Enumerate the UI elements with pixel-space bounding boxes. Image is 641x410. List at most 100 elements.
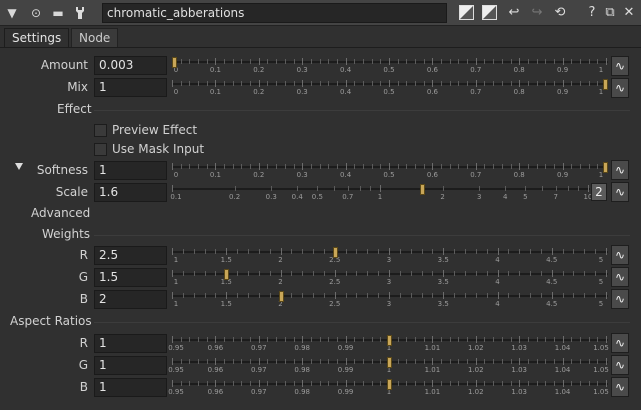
slider-tick-label: 1.03	[511, 344, 527, 352]
slider-tick	[458, 164, 460, 169]
slider-tick	[336, 337, 338, 342]
slider-handle[interactable]	[172, 57, 177, 68]
slider-tick	[454, 293, 456, 298]
slider-handle[interactable]	[387, 379, 392, 390]
slider-tick	[562, 58, 564, 65]
mix-label: Mix	[67, 80, 88, 94]
preview-effect-checkbox[interactable]	[94, 124, 107, 137]
slider-tick	[573, 293, 575, 298]
slider-handle[interactable]	[387, 335, 392, 346]
softness-field[interactable]: 1	[94, 161, 167, 180]
aspect-r-slider[interactable]: 0.95 0.96 0.97 0.98 0.99 1 1.01 1.02 1.03 1.04 1.0…	[168, 335, 609, 355]
scale-field[interactable]: 1.6	[94, 183, 167, 202]
scale-curve-icon[interactable]: ∿	[611, 182, 629, 202]
slider-tick	[571, 59, 573, 64]
node-tools-icon[interactable]: ▬	[48, 3, 68, 23]
weight-r-field[interactable]: 2.5	[94, 246, 167, 265]
revert-icon[interactable]: ⟲	[550, 3, 570, 23]
mix-field[interactable]: 1	[94, 78, 167, 97]
view-node-icon[interactable]: ⊙	[26, 3, 46, 23]
slider-handle[interactable]	[420, 184, 426, 195]
slider-handle[interactable]	[603, 79, 608, 90]
amount-curve-icon[interactable]: ∿	[611, 56, 629, 76]
slider-tick	[519, 163, 521, 170]
collapse-icon[interactable]: ▼	[2, 3, 22, 23]
mix-slider[interactable]: 0 0.1 0.2 0.3 0.4 0.5 0.6 0.7 0.8 0.9 1	[172, 79, 608, 99]
advanced-label[interactable]: Advanced	[31, 206, 90, 220]
slider-tick	[464, 249, 466, 254]
redo-icon[interactable]: ↪	[527, 3, 547, 23]
softness-slider[interactable]: 0 0.1 0.2 0.3 0.4 0.5 0.6 0.7 0.8 0.9 1	[172, 162, 608, 182]
slider-tick-label: 0.7	[470, 66, 482, 74]
slider-tick	[258, 380, 260, 387]
aspect-b-field[interactable]: 1	[94, 378, 167, 397]
mix-curve-icon[interactable]: ∿	[611, 78, 629, 98]
slider-tick	[310, 59, 312, 64]
slider-tick	[310, 337, 312, 342]
slider-handle[interactable]	[278, 291, 284, 302]
slider-tick	[399, 293, 401, 298]
scale-slider[interactable]: 0.1 0.2 0.3 0.4 0.5 0.7 1 2 3 4 5 7 10	[170, 184, 592, 204]
slider-tick-label: 2	[278, 256, 283, 264]
slider-tick	[545, 81, 547, 86]
aspect-b-slider[interactable]: 0.95 0.96 0.97 0.98 0.99 1 1.01 1.02 1.03 1.04 1.0…	[168, 379, 609, 399]
weight-g-slider[interactable]: 1 1.5 2 2.5 3 3.5 4 4.5 5	[172, 269, 608, 289]
node-name-field[interactable]: chromatic_abberations	[102, 3, 447, 23]
slider-tick	[319, 81, 321, 86]
slider-tick	[501, 81, 503, 86]
aspect-b-curve-icon[interactable]: ∿	[611, 377, 629, 397]
slider-tick	[406, 164, 408, 169]
help-icon[interactable]: ?	[582, 3, 602, 23]
slider-handle[interactable]	[603, 162, 608, 173]
tab-node[interactable]: Node	[71, 28, 119, 47]
slider-tick	[423, 164, 425, 169]
advanced-toggle-icon[interactable]	[15, 163, 23, 170]
slider-tick	[454, 249, 456, 254]
slider-tick	[406, 59, 408, 64]
wrench-icon[interactable]	[70, 3, 90, 23]
slider-tick-label: 0.96	[207, 344, 224, 352]
slider-tick	[193, 249, 195, 254]
slider-tick	[571, 381, 573, 386]
slider-tick	[519, 380, 521, 387]
softness-curve-icon[interactable]: ∿	[611, 160, 629, 180]
aspect-r-field[interactable]: 1	[94, 334, 167, 353]
undo-icon[interactable]: ↩	[504, 3, 524, 23]
slider-tick-label: 0.99	[337, 366, 354, 374]
slider-tick	[323, 271, 325, 276]
amount-slider[interactable]: 0 0.1 0.2 0.3 0.4 0.5 0.6 0.7 0.8 0.9 1	[172, 57, 608, 77]
slider-tick	[180, 81, 182, 86]
slider-tick	[280, 248, 282, 255]
slider-handle[interactable]	[224, 269, 230, 280]
slider-tick	[454, 271, 456, 276]
aspect-g-field[interactable]: 1	[94, 356, 167, 375]
weight-b-slider[interactable]: 1 1.5 2 2.5 3 3.5 4 4.5 5	[172, 291, 608, 311]
preview-effect-label: Preview Effect	[112, 123, 198, 137]
slider-handle[interactable]	[387, 357, 392, 368]
weight-r-curve-icon[interactable]: ∿	[611, 245, 629, 265]
slider-tick	[247, 271, 249, 276]
slider-tick-label: 1	[173, 300, 179, 308]
weight-b-field[interactable]: 2	[94, 290, 167, 309]
slider-tick	[545, 337, 547, 342]
slider-tick	[562, 380, 564, 387]
weight-r-slider[interactable]: 1 1.5 2 2.5 3 3.5 4 4.5 5	[172, 247, 608, 267]
close-icon[interactable]: ✕	[619, 3, 639, 23]
use-mask-input-checkbox[interactable]	[94, 143, 107, 156]
slider-tick	[232, 381, 234, 386]
weight-g-field[interactable]: 1.5	[94, 268, 167, 287]
float-panel-icon[interactable]: ⧉	[600, 3, 620, 23]
weight-g-curve-icon[interactable]: ∿	[611, 267, 629, 287]
color-icon-1[interactable]	[459, 5, 474, 20]
slider-tick	[380, 59, 382, 64]
color-icon-2[interactable]	[482, 5, 497, 20]
scale-dimensions-button[interactable]: 2	[591, 183, 607, 201]
amount-field[interactable]: 0.003	[94, 56, 167, 75]
slider-handle[interactable]	[332, 247, 338, 258]
aspect-r-curve-icon[interactable]: ∿	[611, 333, 629, 353]
weight-b-curve-icon[interactable]: ∿	[611, 289, 629, 309]
slider-tick	[232, 359, 234, 364]
aspect-g-slider[interactable]: 0.95 0.96 0.97 0.98 0.99 1 1.01 1.02 1.03 1.04 1.0…	[168, 357, 609, 377]
tab-settings[interactable]: Settings	[4, 28, 70, 47]
aspect-g-curve-icon[interactable]: ∿	[611, 355, 629, 375]
